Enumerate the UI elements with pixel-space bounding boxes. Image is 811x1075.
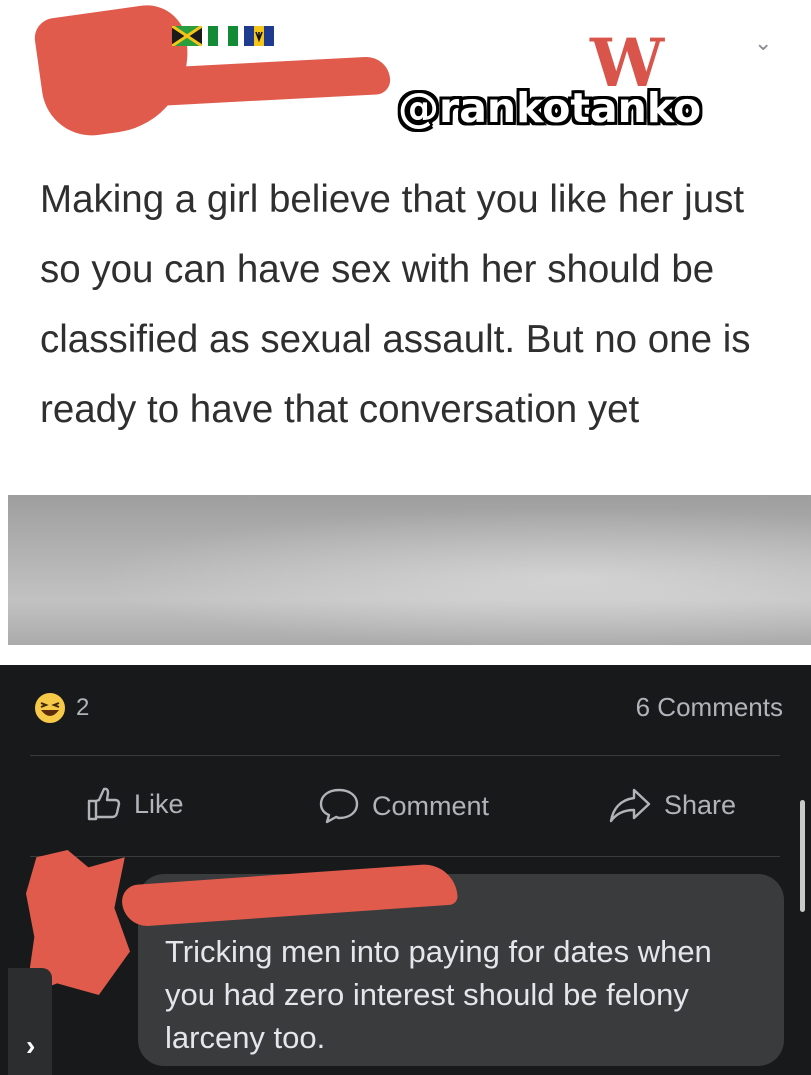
scrollbar[interactable]: [800, 800, 805, 912]
laughing-emoji-icon: [33, 691, 67, 725]
comment-text: Tricking men into paying for dates when …: [165, 934, 712, 1055]
watermark-handle: @rankotanko: [398, 84, 702, 132]
chevron-down-icon[interactable]: ⌄: [754, 30, 772, 56]
comment-bubble-icon: [319, 788, 359, 824]
share-arrow-icon: [609, 788, 651, 823]
reaction-count: 2: [76, 694, 90, 721]
post-image-shade: [8, 495, 811, 645]
reaction-summary[interactable]: 2: [32, 690, 89, 726]
barbados-flag-icon: [244, 26, 274, 46]
nigeria-flag-icon: [208, 26, 238, 46]
post-card: W ⌄ @rankotanko Making a girl believe th…: [0, 0, 811, 665]
post-text: Making a girl believe that you like her …: [40, 178, 751, 431]
share-label: Share: [664, 789, 737, 820]
jamaica-flag-icon: [172, 26, 202, 46]
divider: [30, 755, 780, 756]
comments-count-link[interactable]: 6 Comments: [636, 692, 783, 723]
divider: [30, 856, 780, 857]
chevron-right-icon[interactable]: ›: [26, 1030, 35, 1062]
thumbs-up-icon: [87, 787, 121, 821]
post-bottom-margin: [0, 645, 811, 665]
comment-button[interactable]: Comment: [318, 787, 489, 825]
comment-label: Comment: [372, 790, 490, 821]
flag-emojis: [172, 26, 274, 46]
share-button[interactable]: Share: [608, 787, 736, 823]
like-label: Like: [134, 788, 184, 819]
like-button[interactable]: Like: [86, 787, 184, 821]
